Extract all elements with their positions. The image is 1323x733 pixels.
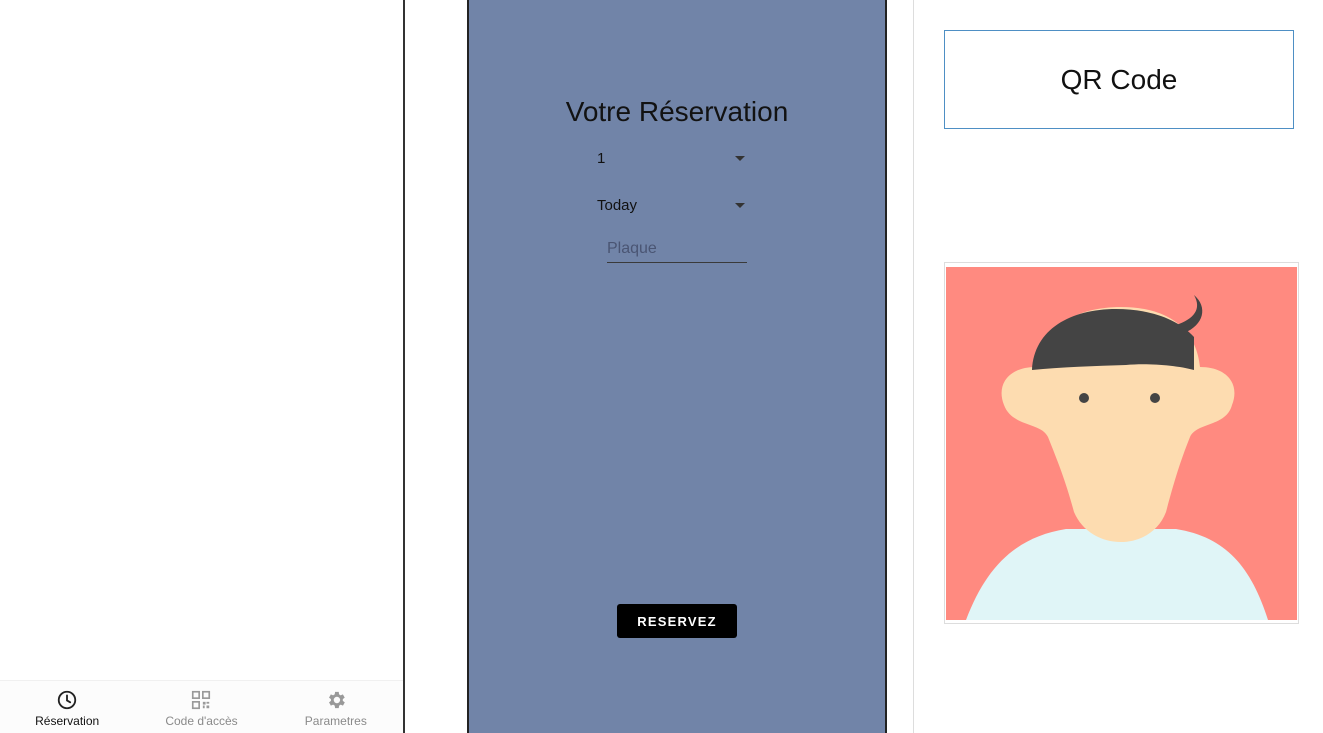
qr-code-box: QR Code [944, 30, 1294, 129]
plate-input[interactable] [607, 236, 747, 263]
qr-code-icon [192, 690, 211, 710]
qr-code-label: QR Code [1060, 63, 1178, 95]
nav-item-reservation[interactable]: Réservation [7, 681, 127, 733]
reserve-button[interactable]: RESERVEZ [617, 604, 737, 638]
gear-icon [328, 691, 345, 709]
day-select-value: Today [597, 197, 638, 214]
count-select-value: 1 [597, 150, 606, 167]
chevron-down-icon [735, 203, 745, 208]
page-title: Votre Réservation [565, 96, 789, 127]
nav-label-reservation: Réservation [35, 714, 100, 728]
nav-item-access-code[interactable]: Code d'accès [141, 681, 261, 733]
reservation-panel: Votre Réservation 1 Today RESERVEZ [467, 0, 887, 733]
chevron-down-icon [735, 156, 745, 161]
divider [913, 0, 914, 733]
clock-icon [57, 690, 77, 710]
nav-label-settings: Parametres [304, 714, 367, 728]
day-select[interactable]: Today [597, 191, 749, 221]
nav-item-settings[interactable]: Parametres [276, 681, 396, 733]
avatar [944, 262, 1299, 624]
left-phone-screen: Réservation Code d'accès Parametres [0, 0, 405, 733]
bottom-navigation: Réservation Code d'accès Parametres [0, 680, 403, 733]
nav-label-access-code: Code d'accès [165, 714, 238, 728]
user-avatar-illustration [946, 267, 1297, 620]
count-select[interactable]: 1 [597, 144, 749, 174]
